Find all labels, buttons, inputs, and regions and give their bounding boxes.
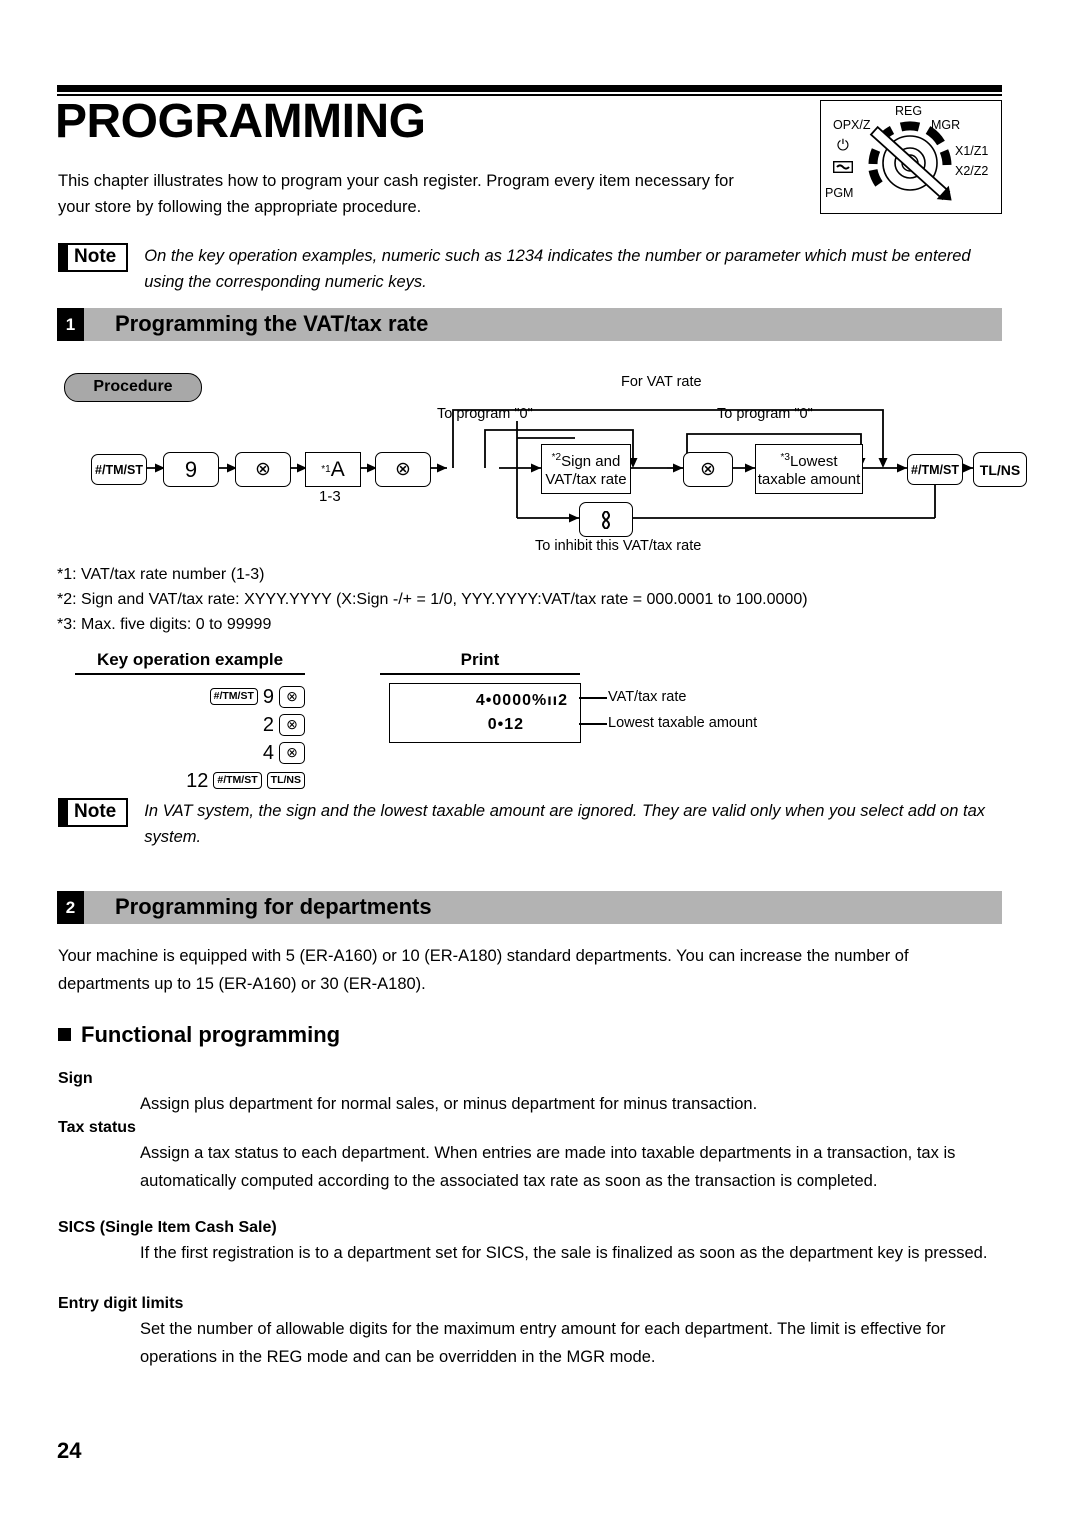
note-block-2: Note In VAT system, the sign and the low… [58,798,1003,850]
key-tmst: #/TM/ST [209,688,258,705]
subheading-tax-status: Tax status [58,1119,136,1136]
label-to-program-zero-left: To program "0" [437,406,533,422]
box-lowest-taxable-amount: *3Lowest taxable amount [755,444,863,494]
key-multiply-1: ⊗ [235,452,291,487]
section-number: 2 [57,891,84,924]
key-multiply: ⊗ [279,685,305,708]
key-row: 4 ⊗ [120,740,305,765]
page-title: PROGRAMMING [55,95,426,148]
section-number: 1 [57,308,84,341]
print-line-lowest-amount: 0•12 [487,716,524,733]
key-number: 2 [262,713,274,736]
key-operation-example-heading: Key operation example [75,650,305,675]
key-number: 9 [262,685,274,708]
square-bullet-icon [58,1028,71,1041]
dial-label-x2z2: X2/Z2 [955,164,989,178]
manual-page: PROGRAMMING This chapter illustrates how… [0,0,1080,1526]
note-badge: Note [58,243,129,272]
power-icon: ⏻ [837,137,849,154]
chapter-intro: This chapter illustrates how to program … [58,172,734,216]
note-badge: Note [58,798,129,827]
footnote-1: *1: VAT/tax rate number (1-3) [57,566,265,583]
body-tax-status: Assign a tax status to each department. … [140,1144,956,1190]
note-text: On the key operation examples, numeric s… [144,247,971,291]
functional-programming-heading: Functional programming [58,1022,340,1048]
key-multiply: ⊗ [279,713,305,736]
section-header-1: 1 Programming the VAT/tax rate [57,308,1002,341]
dial-label-mgr: MGR [931,118,961,132]
key-multiply-3: ⊗ [683,452,733,487]
key-tlns: TL/NS [266,772,305,789]
label-for-vat-rate: For VAT rate [621,374,702,390]
callout-vat-rate: VAT/tax rate [608,689,687,705]
subheading-sics: SICS (Single Item Cash Sale) [58,1219,277,1236]
key-9: 9 [163,452,219,487]
key-tmst: #/TM/ST [213,772,262,789]
box-lowest-label: Lowest taxable amount [757,453,861,488]
subheading-sign: Sign [58,1070,93,1087]
header-rule-thick [57,85,1002,92]
callout-leader-2 [579,723,607,725]
note-block-1: Note On the key operation examples, nume… [58,243,1003,295]
label-to-program-zero-right: To program "0" [717,406,813,422]
print-line-vat-rate: 4•0000%ıı2 [475,692,568,709]
departments-intro: Your machine is equipped with 5 (ER-A160… [58,947,909,993]
key-row: #/TM/ST 9 ⊗ [120,684,305,709]
footnote-2: *2: Sign and VAT/tax rate: XYYY.YYYY (X:… [57,591,808,608]
section-title: Programming the VAT/tax rate [115,311,429,336]
label-inhibit-vat-rate: To inhibit this VAT/tax rate [535,538,702,554]
key-multiply: ⊗ [279,741,305,764]
body-sign: Assign plus department for normal sales,… [140,1095,758,1113]
procedure-flow-diagram: #/TM/ST 9 ⊗ *1 A 1-3 ⊗ *2Sign and VAT/tax… [55,368,1027,558]
note-text: In VAT system, the sign and the lowest t… [144,802,985,846]
print-sample-box: 4•0000%ıı2 0•12 [389,683,581,743]
key-tmst-2: #/TM/ST [907,454,963,485]
key-param-a-label: A [330,457,345,481]
footnote-3: *3: Max. five digits: 0 to 99999 [57,616,272,633]
key-lock-icon [833,161,853,173]
section-title: Programming for departments [115,894,432,919]
key-operation-sequence: #/TM/ST 9 ⊗ 2 ⊗ 4 ⊗ 12 #/TM/ST TL/NS [120,684,305,796]
box-sign-superscript: *2 [551,452,562,463]
key-tlns: TL/NS [973,452,1027,487]
page-number: 24 [57,1438,82,1463]
box-lowest-superscript: *3 [780,452,790,463]
dial-label-x1z1: X1/Z1 [955,144,989,158]
print-heading: Print [380,650,580,675]
body-sics: If the first registration is to a depart… [140,1244,988,1262]
key-number: 4 [262,741,274,764]
body-entry-digit-limits: Set the number of allowable digits for t… [140,1320,946,1366]
mode-dial-diagram: REG OPX/Z MGR X1/Z1 X2/Z2 PGM ⏻ [820,100,1002,214]
functional-programming-label: Functional programming [81,1022,341,1047]
key-tmst-1: #/TM/ST [91,454,147,485]
key-row: 12 #/TM/ST TL/NS [120,768,305,793]
dial-label-pgm: PGM [825,186,854,200]
ca-key-icon [579,502,633,537]
section-header-2: 2 Programming for departments [57,891,1002,924]
key-row: 2 ⊗ [120,712,305,737]
key-multiply-2: ⊗ [375,452,431,487]
key-param-a-superscript: *1 [321,464,331,475]
callout-leader-1 [579,697,607,699]
key-number: 12 [186,769,209,792]
box-sign-and-vat-rate: *2Sign and VAT/tax rate [541,444,631,494]
subheading-entry-digit-limits: Entry digit limits [58,1295,184,1312]
key-param-a-range: 1-3 [319,488,341,505]
key-param-a: *1 A [305,452,361,487]
footnote-list: *1: VAT/tax rate number (1-3) *2: Sign a… [57,562,997,637]
dial-label-opxz: OPX/Z [833,118,871,132]
dial-label-reg: REG [895,104,923,118]
callout-lowest-amount: Lowest taxable amount [608,715,758,731]
